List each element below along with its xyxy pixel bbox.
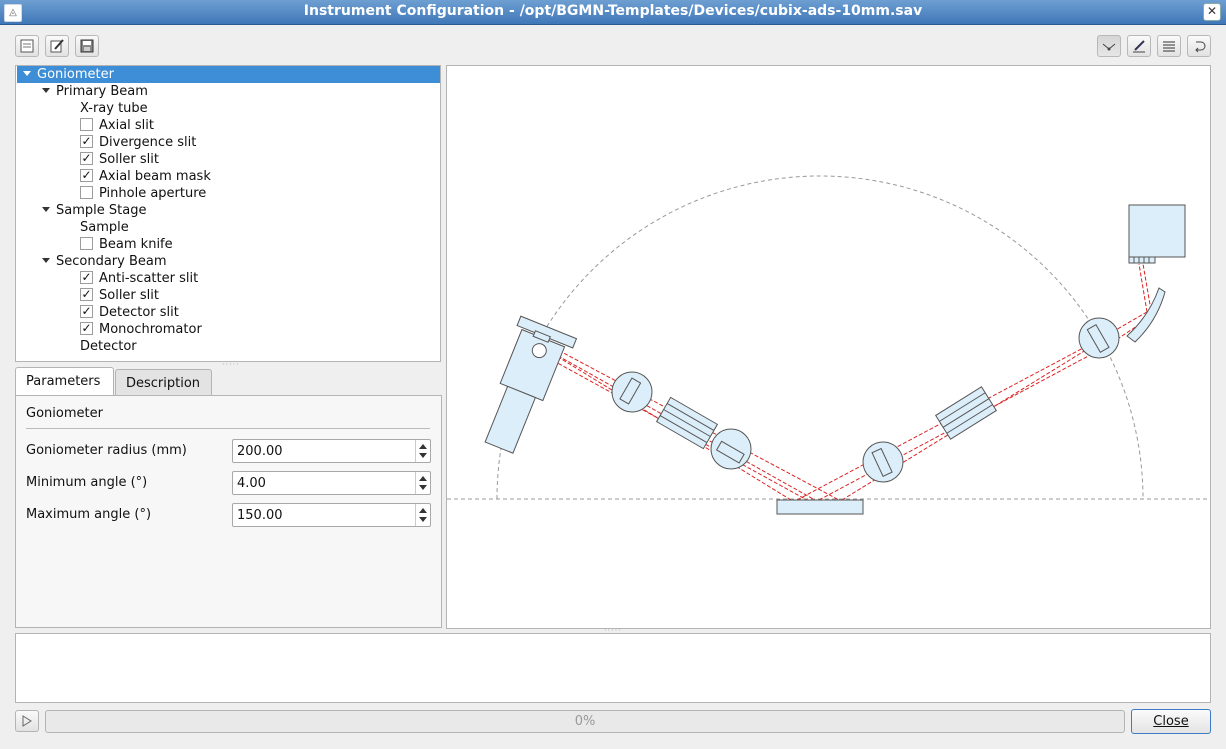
secondary-beam-rays	[796, 263, 1153, 501]
xray-tube-component[interactable]	[472, 315, 578, 459]
checkbox[interactable]: ✓	[80, 271, 93, 284]
spin-arrows[interactable]	[415, 472, 430, 494]
detector-slit-component[interactable]	[1078, 317, 1120, 359]
instrument-diagram[interactable]	[446, 65, 1211, 629]
tree-item-detector-slit[interactable]: ✓ Detector slit	[80, 304, 179, 321]
tree-item-xray-tube[interactable]: X-ray tube	[80, 100, 148, 117]
tree-item-goniometer[interactable]: Goniometer	[17, 66, 440, 83]
diagram-svg	[447, 175, 1210, 515]
expand-arrow-icon[interactable]	[42, 258, 50, 263]
new-file-button[interactable]	[15, 35, 39, 57]
close-window-button[interactable]: ✕	[1203, 3, 1221, 21]
checkbox[interactable]	[80, 118, 93, 131]
checkbox[interactable]	[80, 186, 93, 199]
checkbox[interactable]	[80, 237, 93, 250]
radius-spinbox[interactable]: 200.00	[232, 439, 431, 463]
radius-value[interactable]: 200.00	[237, 444, 283, 459]
progress-bar: 0%	[45, 710, 1125, 733]
reset-button[interactable]	[1187, 35, 1211, 57]
splitter-handle[interactable]: ·····	[222, 360, 240, 369]
parameters-panel: Goniometer Goniometer radius (mm) 200.00…	[15, 395, 442, 628]
spin-down-icon[interactable]	[419, 453, 427, 458]
run-button[interactable]	[15, 710, 39, 732]
min-angle-spinbox[interactable]: 4.00	[232, 471, 431, 495]
spin-arrows[interactable]	[415, 440, 430, 462]
checkbox[interactable]: ✓	[80, 288, 93, 301]
tree-item-divergence-slit[interactable]: ✓ Divergence slit	[80, 134, 196, 151]
section-title: Goniometer	[26, 406, 103, 421]
spin-up-icon[interactable]	[419, 476, 427, 481]
min-angle-label: Minimum angle (°)	[26, 475, 148, 490]
tree-item-beam-knife[interactable]: Beam knife	[80, 236, 173, 253]
expand-arrow-icon[interactable]	[42, 207, 50, 212]
spin-down-icon[interactable]	[419, 485, 427, 490]
expand-arrow-icon[interactable]	[23, 71, 31, 76]
anti-scatter-slit-component[interactable]	[862, 441, 904, 483]
tab-description[interactable]: Description	[115, 369, 212, 396]
edit-file-button[interactable]	[45, 35, 69, 57]
reset-icon	[1195, 41, 1206, 53]
tree-item-anti-scatter-slit[interactable]: ✓ Anti-scatter slit	[80, 270, 198, 287]
checkbox[interactable]: ✓	[80, 135, 93, 148]
close-button[interactable]: Close	[1131, 709, 1211, 734]
detector-component[interactable]	[1128, 204, 1186, 264]
beam-view-button[interactable]	[1097, 35, 1121, 57]
soller-slit-secondary-component[interactable]	[934, 386, 998, 440]
checkbox[interactable]: ✓	[80, 169, 93, 182]
axial-beam-mask-component[interactable]	[710, 428, 752, 470]
title-bar: ◬ Instrument Configuration - /opt/BGMN-T…	[0, 0, 1226, 25]
divergence-slit-component[interactable]	[611, 371, 653, 413]
beam-view-icon	[1102, 43, 1116, 51]
save-button[interactable]	[75, 35, 99, 57]
new-file-icon	[20, 39, 34, 53]
tab-parameters[interactable]: Parameters	[15, 367, 114, 396]
list-button[interactable]	[1157, 35, 1181, 57]
checkbox[interactable]: ✓	[80, 305, 93, 318]
max-angle-spinbox[interactable]: 150.00	[232, 503, 431, 527]
tree-item-secondary-beam[interactable]: Secondary Beam	[42, 253, 167, 270]
spin-arrows[interactable]	[415, 504, 430, 526]
tree-item-sample[interactable]: Sample	[80, 219, 129, 236]
tree-item-monochromator[interactable]: ✓ Monochromator	[80, 321, 202, 338]
checkbox[interactable]: ✓	[80, 152, 93, 165]
log-output[interactable]	[15, 633, 1211, 703]
max-angle-label: Maximum angle (°)	[26, 507, 152, 522]
component-tree[interactable]: Goniometer Primary Beam X-ray tube Axial…	[15, 65, 441, 362]
save-icon	[80, 39, 94, 53]
checkbox[interactable]: ✓	[80, 322, 93, 335]
tree-item-detector[interactable]: Detector	[80, 338, 137, 355]
tree-item-axial-slit[interactable]: Axial slit	[80, 117, 154, 134]
divider	[26, 428, 430, 429]
tree-item-soller-slit-secondary[interactable]: ✓ Soller slit	[80, 287, 159, 304]
play-icon	[22, 715, 32, 727]
tree-item-primary-beam[interactable]: Primary Beam	[42, 83, 148, 100]
annotate-button[interactable]	[1127, 35, 1151, 57]
window-title: Instrument Configuration - /opt/BGMN-Tem…	[303, 3, 923, 19]
tree-item-sample-stage[interactable]: Sample Stage	[42, 202, 146, 219]
soller-slit-primary-component[interactable]	[655, 396, 719, 450]
min-angle-value[interactable]: 4.00	[237, 476, 266, 491]
edit-file-icon	[50, 39, 64, 53]
radius-label: Goniometer radius (mm)	[26, 443, 187, 458]
spin-up-icon[interactable]	[419, 508, 427, 513]
expand-arrow-icon[interactable]	[42, 88, 50, 93]
list-icon	[1163, 41, 1175, 52]
spin-up-icon[interactable]	[419, 444, 427, 449]
tree-item-axial-beam-mask[interactable]: ✓ Axial beam mask	[80, 168, 211, 185]
monochromator-component[interactable]	[1126, 287, 1166, 343]
tree-item-pinhole-aperture[interactable]: Pinhole aperture	[80, 185, 206, 202]
tree-item-soller-slit-primary[interactable]: ✓ Soller slit	[80, 151, 159, 168]
goniometer-circle	[496, 175, 1144, 500]
spin-down-icon[interactable]	[419, 517, 427, 522]
sample-component[interactable]	[776, 499, 864, 515]
max-angle-value[interactable]: 150.00	[237, 508, 283, 523]
annotate-icon	[1133, 40, 1145, 53]
